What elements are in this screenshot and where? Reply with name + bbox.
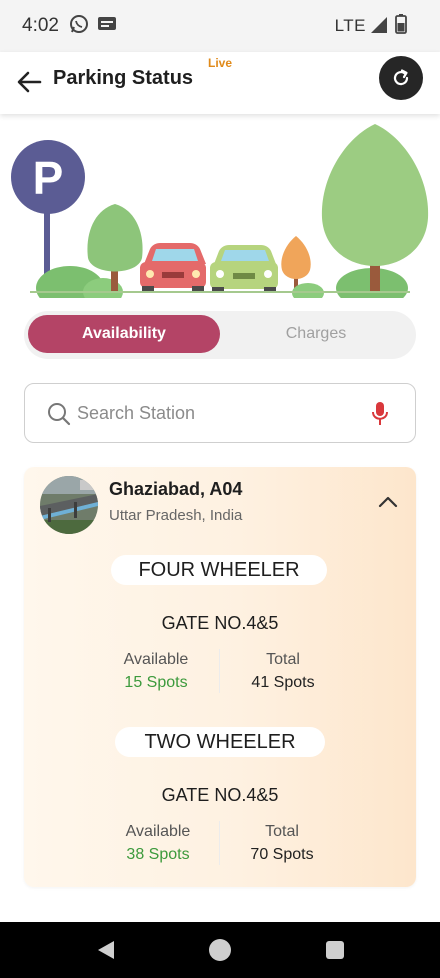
green-car <box>210 245 278 293</box>
orange-tree <box>281 236 311 279</box>
big-tree <box>321 124 429 266</box>
red-car <box>140 243 206 292</box>
station-thumbnail <box>40 476 98 534</box>
back-button[interactable] <box>14 66 46 98</box>
tree <box>87 204 143 272</box>
signal-icon <box>370 16 388 39</box>
available-value: 38 Spots <box>126 846 190 863</box>
nav-back-icon[interactable] <box>96 939 116 961</box>
parking-sign-letter: P <box>33 152 64 204</box>
status-bar: 4:02 LTE <box>0 0 440 52</box>
search-placeholder: Search Station <box>77 403 196 423</box>
whatsapp-icon <box>69 14 89 39</box>
gate-label: GATE NO.4&5 <box>161 613 279 633</box>
nav-home-icon[interactable] <box>209 939 231 961</box>
total-label: Total <box>265 823 299 840</box>
message-icon <box>97 16 117 39</box>
station-card: Ghaziabad, A04 Uttar Pradesh, India FOUR… <box>24 467 416 887</box>
tab-charges[interactable]: Charges <box>220 315 412 353</box>
total-value: 41 Spots <box>251 674 315 691</box>
battery-icon <box>395 14 407 39</box>
status-time: 4:02 <box>22 15 59 36</box>
live-badge: Live <box>208 56 233 70</box>
vehicle-type-badge: FOUR WHEELER <box>111 555 327 585</box>
gate-label: GATE NO.4&5 <box>161 785 279 805</box>
station-location: Uttar Pradesh, India <box>109 507 243 524</box>
chevron-up-icon[interactable] <box>378 495 398 509</box>
tab-availability[interactable]: Availability <box>28 315 220 353</box>
total-value: 70 Spots <box>250 846 314 863</box>
vehicle-type-badge: TWO WHEELER <box>115 727 325 757</box>
tab-bar: Availability Charges <box>24 311 416 359</box>
search-input[interactable]: Search Station <box>24 383 416 443</box>
total-label: Total <box>266 651 300 668</box>
available-label: Available <box>125 823 191 840</box>
parking-illustration: P <box>11 124 429 298</box>
refresh-icon <box>393 69 409 86</box>
network-type: LTE <box>334 16 366 35</box>
search-icon <box>48 403 71 426</box>
page-title: Parking Status <box>53 67 194 89</box>
mic-icon[interactable] <box>371 401 389 427</box>
available-label: Available <box>123 651 189 668</box>
app-bar: Parking Status Live <box>0 52 440 114</box>
station-name: Ghaziabad, A04 <box>109 479 243 499</box>
system-nav-bar <box>0 922 440 978</box>
arrow-left-icon <box>17 71 42 93</box>
nav-recents-icon[interactable] <box>326 941 344 959</box>
refresh-button[interactable] <box>379 56 423 100</box>
available-value: 15 Spots <box>124 674 188 691</box>
